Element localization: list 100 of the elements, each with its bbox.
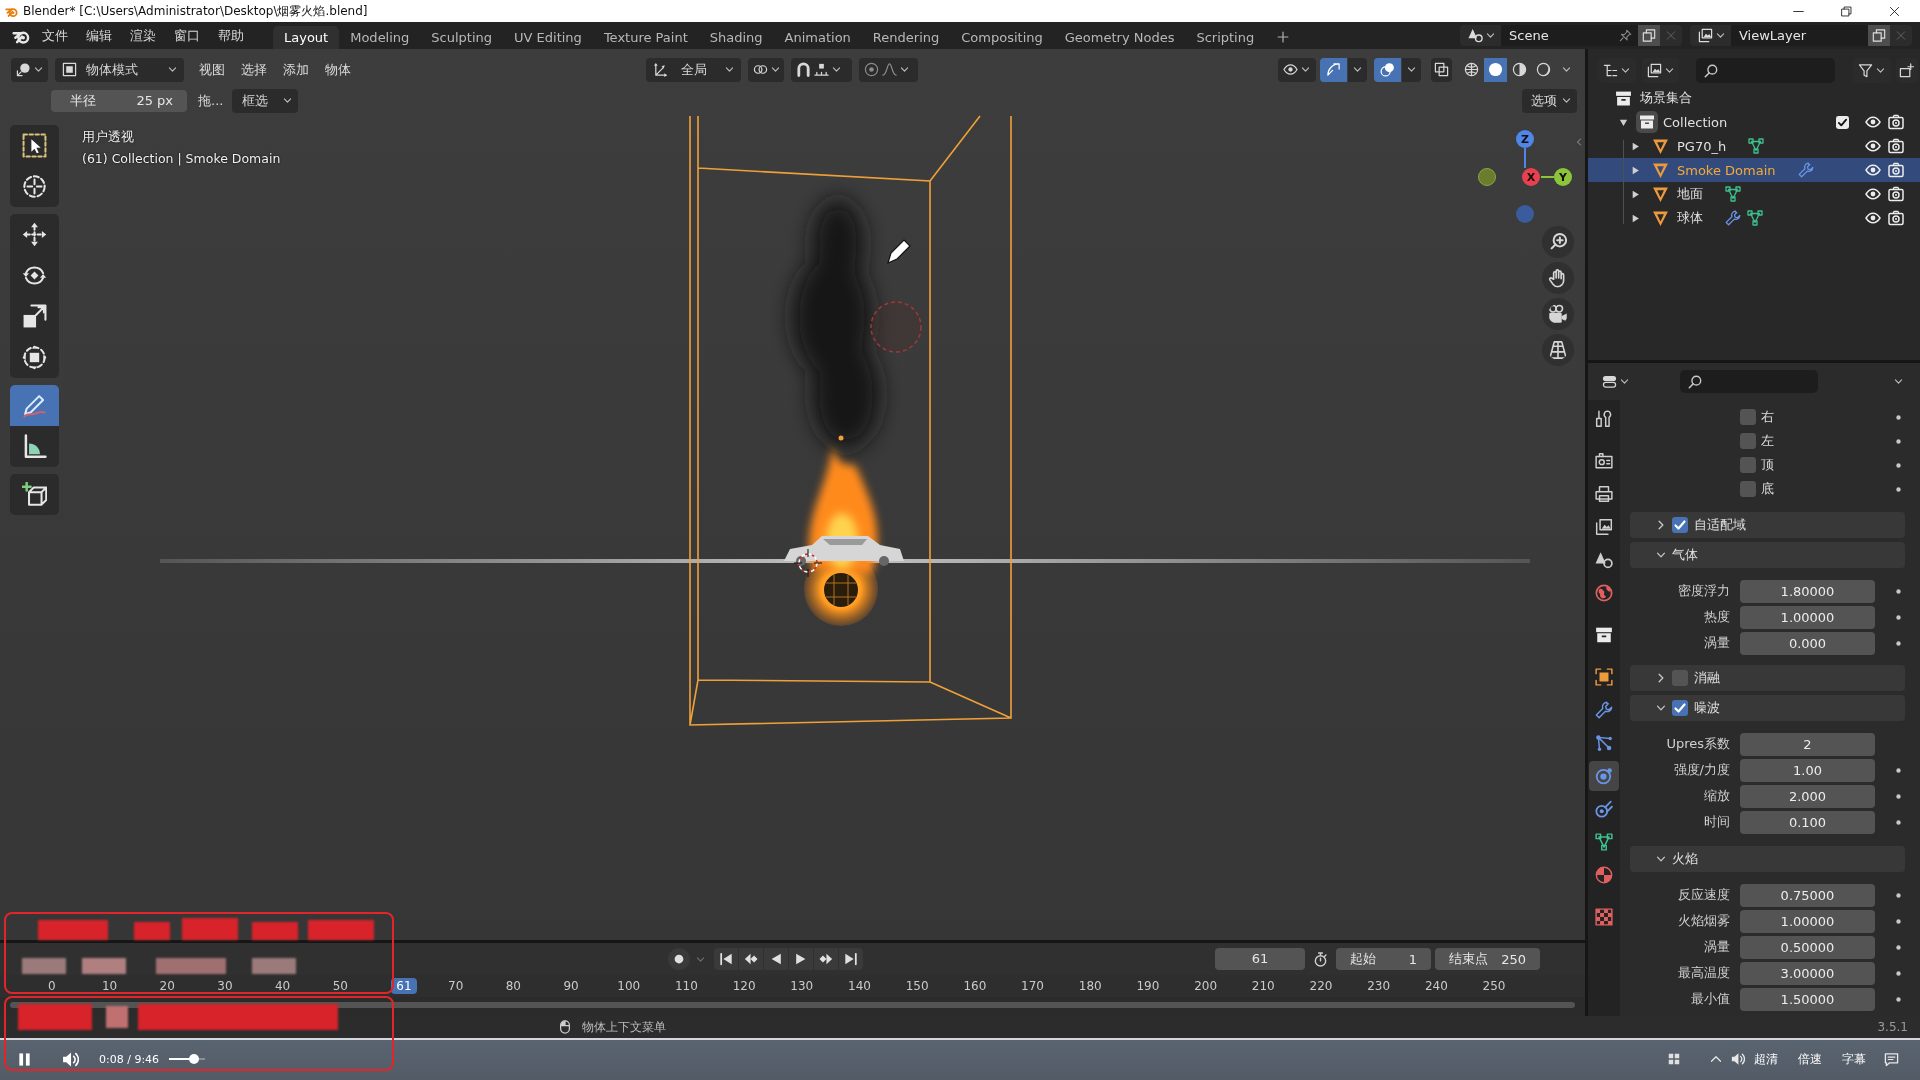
keyframe-dot-icon[interactable] (1894, 891, 1902, 899)
camera-icon[interactable] (1888, 138, 1904, 154)
keyframe-dot-icon[interactable] (1894, 818, 1902, 826)
keyframe-dot-icon[interactable] (1894, 587, 1902, 595)
orientation-dropdown[interactable]: 全局 (646, 57, 741, 82)
play-icon[interactable] (789, 948, 813, 970)
wrench-icon[interactable] (1797, 162, 1814, 178)
number-field[interactable]: 1.50000 (1740, 987, 1875, 1011)
keyframe-dot-icon[interactable] (1894, 995, 1902, 1003)
xray-toggle[interactable] (1431, 57, 1452, 82)
shading-mode-button[interactable] (1484, 57, 1507, 82)
number-field[interactable]: 1.00000 (1740, 605, 1875, 629)
keyframe-dot-icon[interactable] (1894, 613, 1902, 621)
keyframe-dot-icon[interactable] (1894, 461, 1902, 469)
next-keyframe-icon[interactable] (814, 948, 838, 970)
panel-header[interactable]: 噪波 (1630, 695, 1905, 721)
keyframe-dot-icon[interactable] (1894, 917, 1902, 925)
previous-keyframe-icon[interactable] (739, 948, 763, 970)
number-field[interactable]: 0.75000 (1740, 883, 1875, 907)
number-field[interactable]: 1.00000 (1740, 909, 1875, 933)
workspace-tab[interactable]: Modeling (339, 26, 421, 49)
hand-icon[interactable] (1542, 262, 1574, 294)
menu-item[interactable]: 编辑 (77, 24, 121, 47)
eye-icon[interactable] (1865, 138, 1881, 154)
menu-item[interactable]: 窗口 (165, 24, 209, 47)
workspace-tab[interactable]: Layout (273, 26, 340, 49)
gizmo-toggle[interactable] (1320, 57, 1347, 82)
options-dropdown[interactable]: 选项 (1522, 88, 1577, 113)
restore-icon[interactable] (1841, 5, 1852, 17)
x-axis-handle[interactable]: X (1522, 168, 1540, 186)
workspace-tab[interactable]: Rendering (861, 26, 951, 49)
pin-icon[interactable] (1619, 29, 1632, 42)
panel-header[interactable]: 自适配域 (1630, 512, 1905, 538)
eye-icon[interactable] (1865, 210, 1881, 226)
camera-icon[interactable] (1888, 210, 1904, 226)
chat-bubble-icon[interactable] (1884, 1051, 1899, 1067)
subtitles-button[interactable]: 字幕 (1842, 1050, 1866, 1068)
triangle-right-icon[interactable] (1631, 165, 1640, 175)
outliner-item[interactable]: Collection (1663, 114, 1728, 130)
camera-icon[interactable] (1888, 114, 1904, 130)
overlay-toggle[interactable] (1374, 57, 1401, 82)
panel-header[interactable]: 消融 (1630, 665, 1905, 691)
tool-button[interactable] (10, 337, 59, 378)
tool-button[interactable] (10, 125, 59, 166)
checkbox[interactable] (1672, 670, 1688, 686)
play-reverse-icon[interactable] (764, 948, 788, 970)
checkbox[interactable] (1740, 457, 1756, 473)
wrench-icon[interactable] (1725, 210, 1741, 226)
search-field[interactable] (1696, 58, 1835, 83)
quality-button[interactable]: 超清 (1754, 1050, 1778, 1068)
keyframe-dot-icon[interactable] (1894, 639, 1902, 647)
speaker-icon[interactable] (1731, 1052, 1745, 1066)
checkbox[interactable] (1672, 517, 1688, 533)
number-field[interactable]: 0.100 (1740, 810, 1875, 834)
outliner-item[interactable]: 球体 (1677, 209, 1703, 227)
duplicate-icon[interactable] (1868, 25, 1890, 46)
menu-item[interactable]: 文件 (33, 24, 77, 47)
scene-dropdown[interactable] (1460, 25, 1501, 46)
workspace-tab[interactable]: Scripting (1185, 26, 1266, 49)
scene-name-field[interactable]: Scene (1501, 25, 1638, 46)
editor-type-dropdown[interactable] (11, 57, 48, 82)
workspace-tab[interactable]: Texture Paint (592, 26, 699, 49)
eye-icon[interactable] (1865, 186, 1881, 202)
tool-button[interactable] (10, 474, 59, 515)
plus-icon[interactable] (1277, 31, 1290, 43)
number-field[interactable]: 0.000 (1740, 631, 1875, 655)
physics-tab[interactable] (1589, 761, 1619, 791)
keyframe-dot-icon[interactable] (1894, 437, 1902, 445)
triangle-down-icon[interactable] (1619, 117, 1628, 127)
outliner-item[interactable]: 地面 (1677, 185, 1703, 203)
end-frame-field[interactable]: 结束点 250 (1435, 948, 1540, 970)
number-field[interactable]: 0.50000 (1740, 935, 1875, 959)
current-frame-marker[interactable]: 61 (391, 978, 417, 994)
menu-item[interactable]: 渲染 (121, 24, 165, 47)
workspace-tab[interactable]: Compositing (950, 26, 1054, 49)
mode-dropdown[interactable]: 物体模式 (55, 57, 184, 82)
workspace-tab[interactable]: UV Editing (503, 26, 593, 49)
negative-y-axis-handle[interactable] (1478, 168, 1496, 186)
search-field[interactable] (1680, 370, 1818, 393)
checkbox[interactable] (1672, 700, 1688, 716)
z-axis-handle[interactable]: Z (1516, 130, 1534, 169)
keyframe-dot-icon[interactable] (1894, 766, 1902, 774)
movie-camera-icon[interactable] (1542, 298, 1574, 330)
view-layer-field[interactable]: ViewLayer (1731, 25, 1868, 46)
eye-icon[interactable] (1865, 162, 1881, 178)
panel-header[interactable]: 气体 (1630, 542, 1905, 568)
number-field[interactable]: 1.00 (1740, 758, 1875, 782)
workspace-tab[interactable]: Geometry Nodes (1053, 26, 1186, 49)
outliner-item[interactable]: PG70_h (1677, 138, 1727, 154)
panel-header[interactable]: 火焰 (1630, 846, 1905, 872)
snap-dropdown[interactable] (791, 57, 852, 82)
tool-button[interactable] (10, 166, 59, 207)
negative-z-axis-handle[interactable] (1516, 205, 1534, 223)
number-field[interactable]: 3.00000 (1740, 961, 1875, 985)
selectability-dropdown[interactable] (1278, 57, 1316, 82)
pivot-dropdown[interactable] (748, 57, 784, 82)
number-field[interactable]: 2 (1740, 732, 1875, 756)
tool-button[interactable] (10, 426, 59, 467)
zoom-icon[interactable] (1542, 226, 1574, 258)
checkbox[interactable] (1740, 481, 1756, 497)
